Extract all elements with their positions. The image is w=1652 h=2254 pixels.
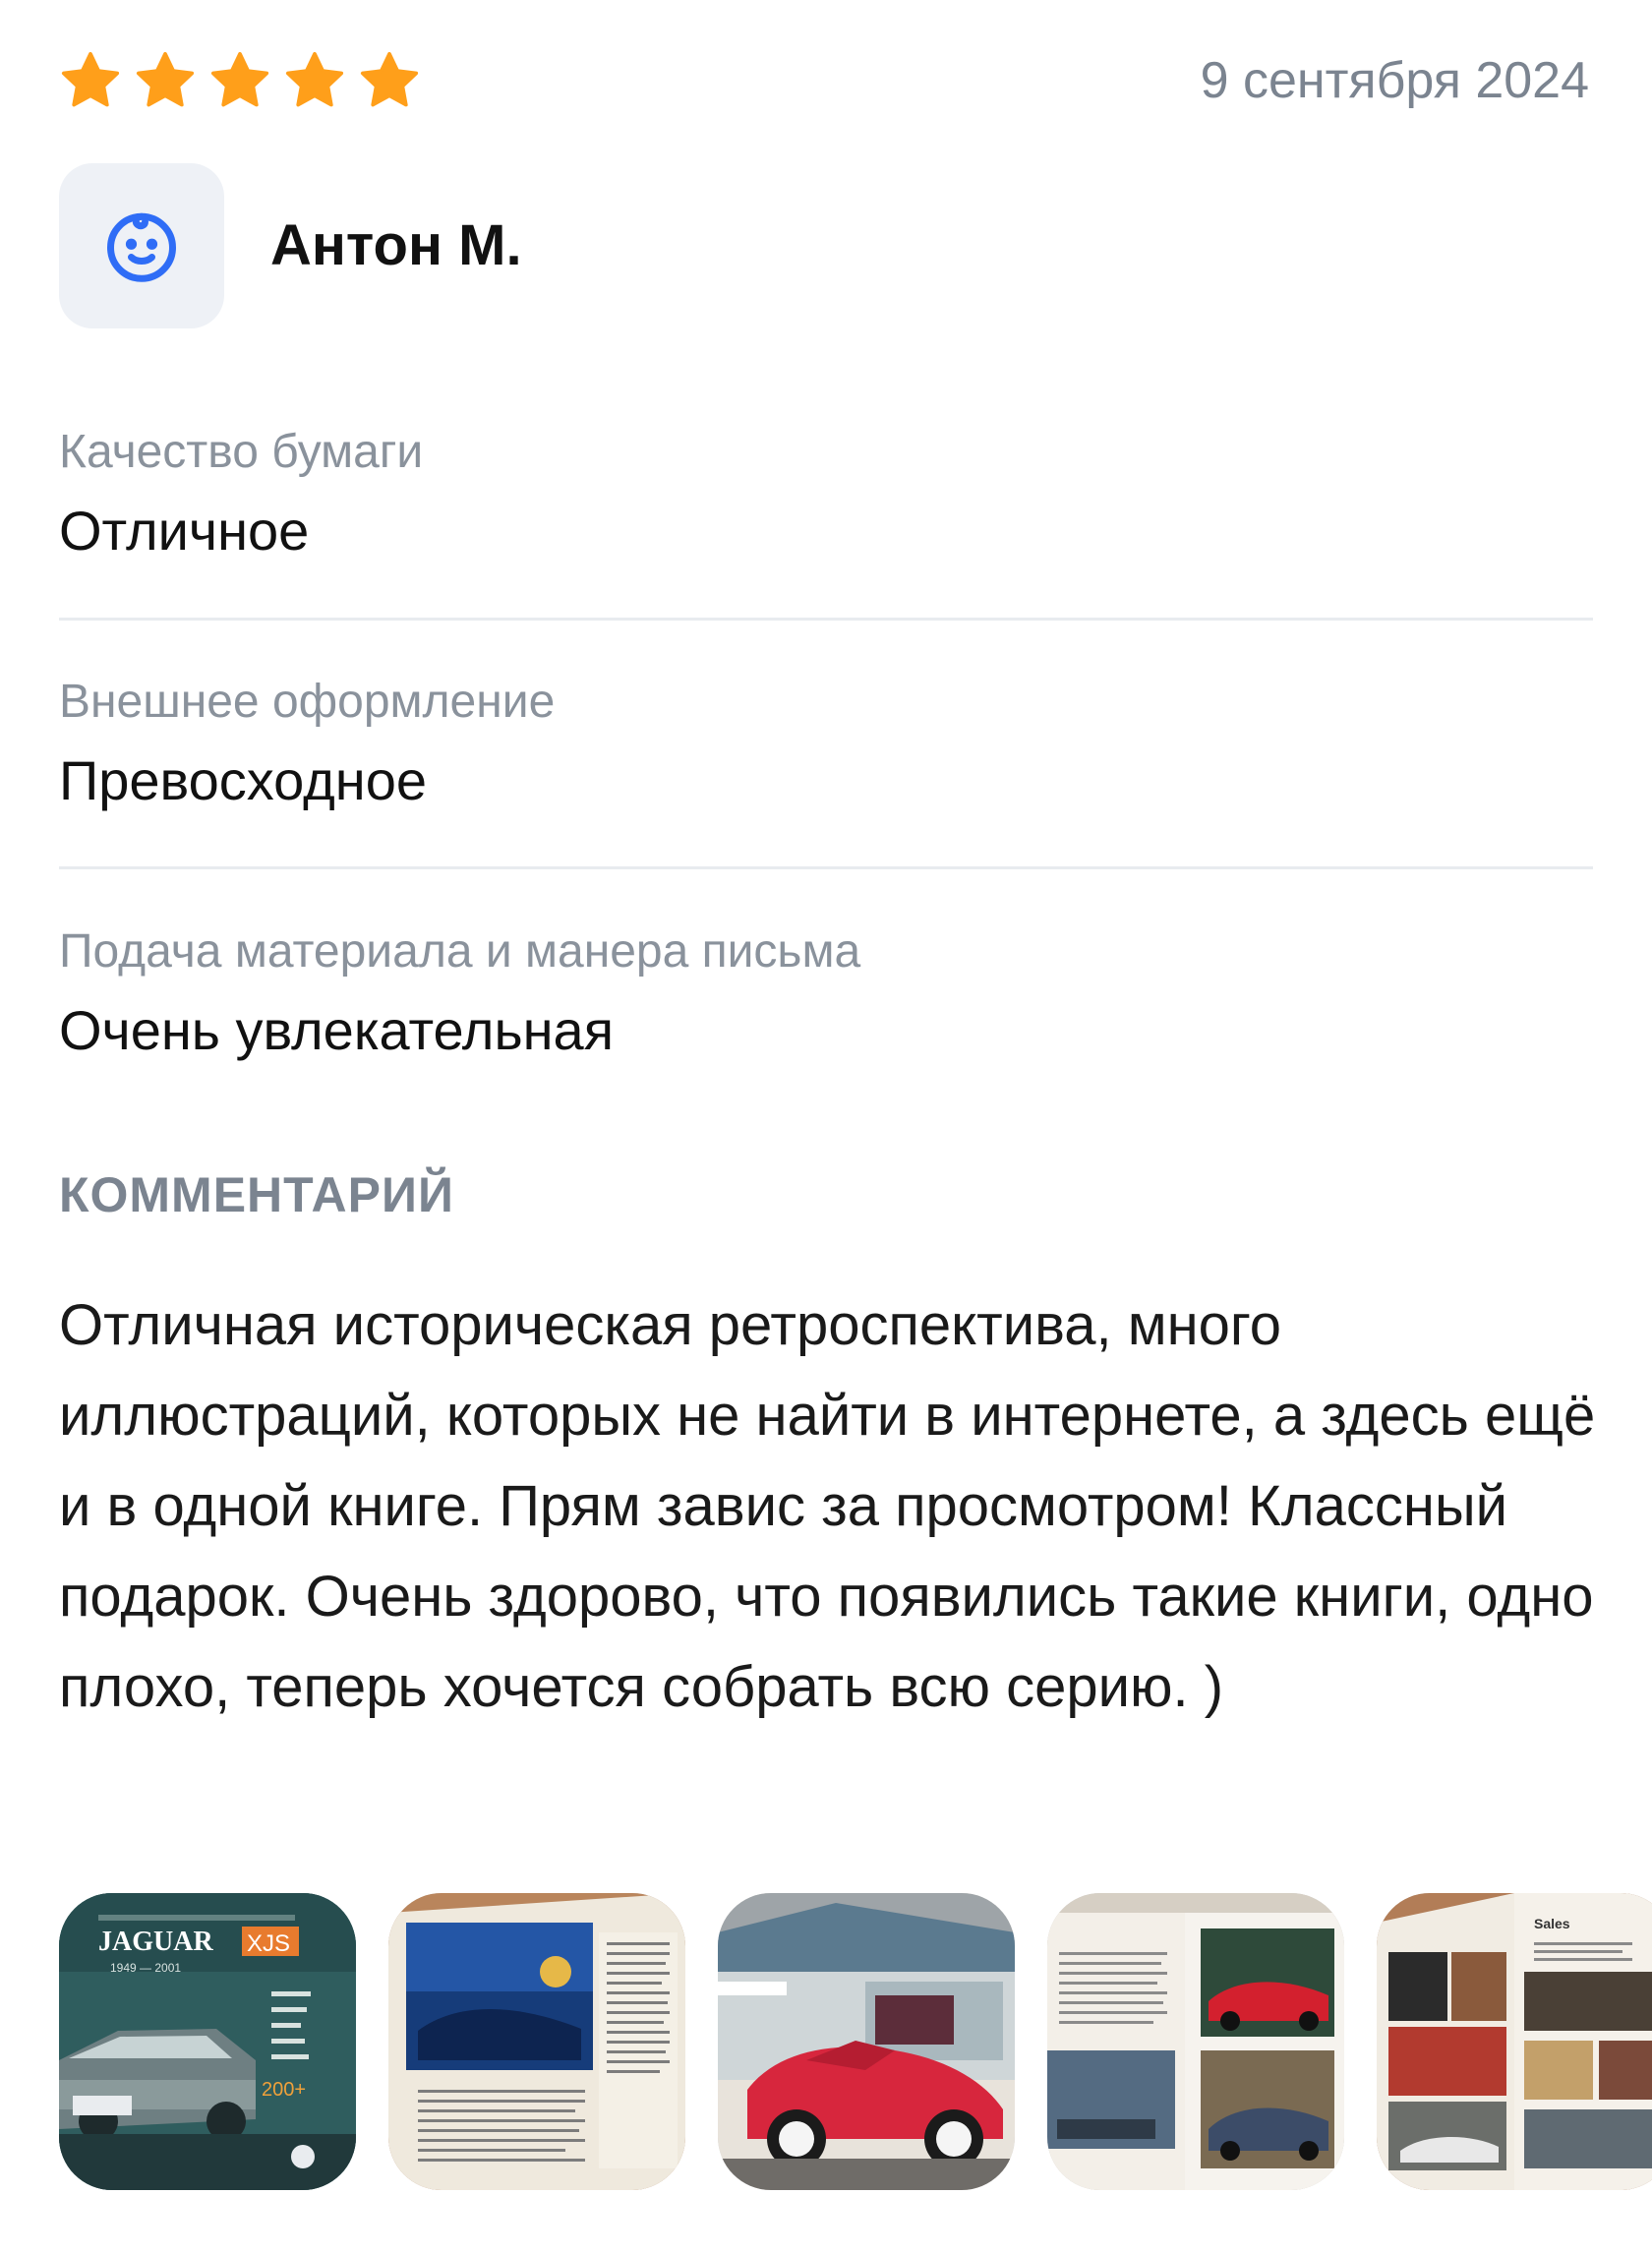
comment-heading: КОММЕНТАРИЙ bbox=[59, 1167, 454, 1222]
attribute-label: Внешнее оформление bbox=[59, 676, 556, 728]
attribute-label: Качество бумаги bbox=[59, 426, 424, 478]
attribute-label: Подача материала и манера письма bbox=[59, 925, 861, 978]
comment-text: Отличная историческая ретроспектива, мно… bbox=[59, 1293, 1596, 1719]
star-icon bbox=[136, 51, 195, 107]
divider bbox=[59, 618, 1593, 621]
avatar[interactable] bbox=[59, 163, 224, 328]
review-photo-spread-2[interactable] bbox=[1047, 1893, 1344, 2190]
review-date: 9 сентября 2024 bbox=[1200, 52, 1589, 109]
review-photo-book-cover[interactable]: JAGUAR XJS 1949 — 2001 200+ bbox=[59, 1893, 356, 2190]
attribute-value: Отличное bbox=[59, 500, 310, 562]
attribute-writing-style: Подача материала и манера письма Очень у… bbox=[59, 922, 1593, 1066]
cover-brand-text: JAGUAR bbox=[98, 1927, 213, 1957]
cover-years-text: 1949 — 2001 bbox=[110, 1961, 181, 1975]
divider bbox=[59, 866, 1593, 869]
review-card: 9 сентября 2024 Антон М. Качество бумаги… bbox=[0, 0, 1652, 2254]
attribute-value: Очень увлекательная bbox=[59, 999, 615, 1061]
attribute-value: Превосходное bbox=[59, 749, 427, 811]
attribute-paper-quality: Качество бумаги Отличное bbox=[59, 423, 1593, 566]
star-icon bbox=[285, 51, 344, 107]
page-heading-text: Sales bbox=[1534, 1916, 1570, 1931]
review-photo-red-car[interactable] bbox=[718, 1893, 1015, 2190]
star-icon bbox=[61, 51, 120, 107]
author-name[interactable]: Антон М. bbox=[270, 210, 522, 281]
cover-model-text: XJS bbox=[247, 1930, 290, 1957]
review-photo-spread-3[interactable]: Sales bbox=[1377, 1893, 1652, 2190]
star-icon bbox=[210, 51, 269, 107]
cover-badge-text: 200+ bbox=[262, 2079, 306, 2101]
review-photo-spread-1[interactable] bbox=[388, 1893, 685, 2190]
attribute-design: Внешнее оформление Превосходное bbox=[59, 673, 1593, 816]
smiling-baby-face-icon bbox=[107, 212, 176, 282]
photo-gallery: JAGUAR XJS 1949 — 2001 200+ Sales bbox=[59, 1893, 1652, 2190]
star-icon bbox=[360, 51, 419, 107]
rating-stars bbox=[59, 49, 421, 112]
